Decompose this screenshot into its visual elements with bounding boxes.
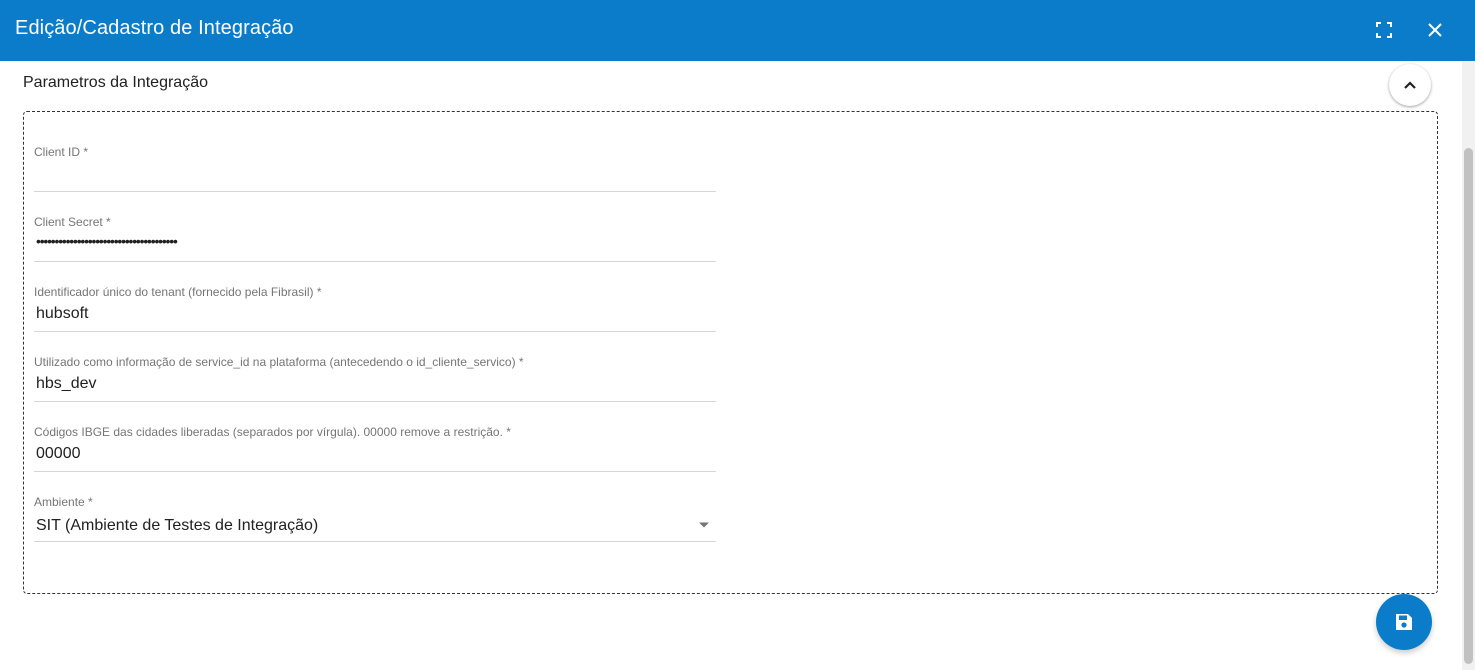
tenant-input[interactable] — [34, 299, 716, 329]
ambiente-field[interactable]: Ambiente * SIT (Ambiente de Testes de In… — [34, 495, 716, 555]
section-title: Parametros da Integração — [23, 74, 208, 91]
ibge-field: Códigos IBGE das cidades liberadas (sepa… — [34, 425, 716, 485]
collapse-section-button[interactable] — [1389, 64, 1431, 106]
ambiente-label: Ambiente * — [34, 495, 93, 509]
chevron-up-icon — [1404, 81, 1416, 89]
client-secret-label: Client Secret * — [34, 215, 111, 229]
close-icon — [1428, 23, 1442, 37]
ibge-label: Códigos IBGE das cidades liberadas (sepa… — [34, 425, 511, 439]
dialog-toolbar: Edição/Cadastro de Integração — [0, 0, 1475, 61]
client-id-underline — [34, 191, 716, 192]
ibge-input[interactable] — [34, 439, 716, 469]
scrollbar-thumb[interactable] — [1464, 148, 1473, 664]
fullscreen-icon — [1376, 22, 1392, 38]
dropdown-arrow-icon[interactable] — [698, 519, 710, 531]
fullscreen-button[interactable] — [1366, 13, 1402, 47]
client-secret-underline — [34, 261, 716, 262]
service-id-input[interactable] — [34, 369, 716, 399]
dialog-title: Edição/Cadastro de Integração — [15, 17, 294, 39]
ambiente-underline — [34, 541, 716, 542]
save-icon — [1396, 614, 1412, 630]
tenant-field: Identificador único do tenant (fornecido… — [34, 285, 716, 345]
service-id-underline — [34, 401, 716, 402]
tenant-underline — [34, 331, 716, 332]
tenant-label: Identificador único do tenant (fornecido… — [34, 285, 322, 299]
close-button[interactable] — [1417, 13, 1453, 47]
integration-dialog: Edição/Cadastro de Integração Parametros… — [0, 0, 1475, 670]
ibge-underline — [34, 471, 716, 472]
service-id-field: Utilizado como informação de service_id … — [34, 355, 716, 415]
client-secret-field: Client Secret * ••••••••••••••••••••••••… — [34, 215, 716, 275]
client-id-input[interactable] — [34, 159, 716, 189]
save-button[interactable] — [1376, 594, 1432, 650]
client-id-label: Client ID * — [34, 145, 89, 159]
service-id-label: Utilizado como informação de service_id … — [34, 355, 524, 369]
client-secret-input[interactable]: •••••••••••••••••••••••••••••••••••••• — [36, 233, 178, 249]
ambiente-select[interactable]: SIT (Ambiente de Testes de Integração) — [36, 517, 318, 535]
client-id-field: Client ID * — [34, 145, 716, 205]
